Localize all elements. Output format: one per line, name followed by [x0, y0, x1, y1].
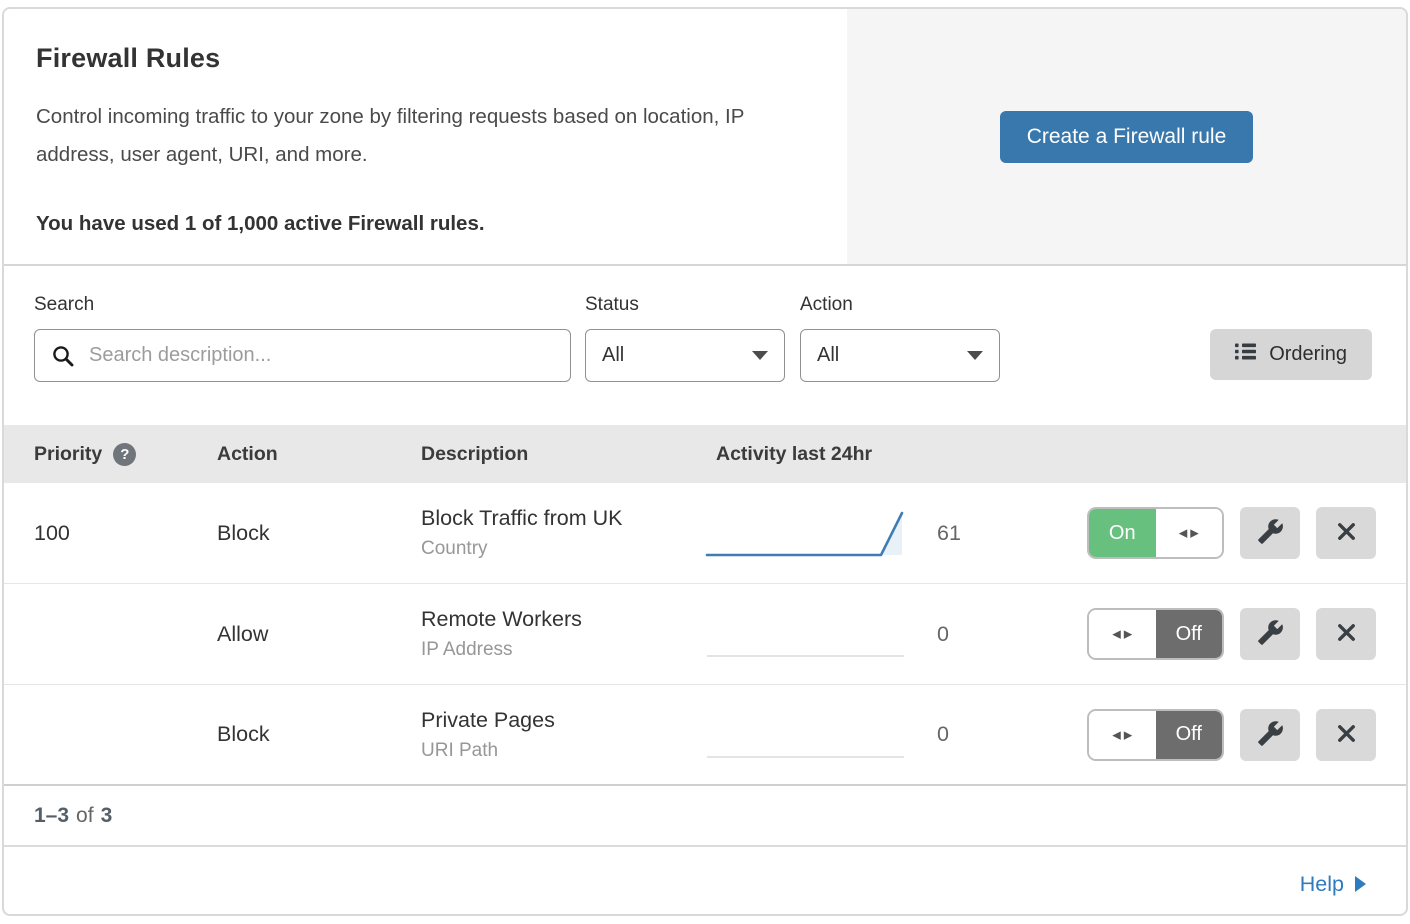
rule-description: Block Traffic from UK: [421, 506, 704, 531]
column-header-description: Description: [421, 443, 704, 466]
toggle-off-label: Off: [1156, 610, 1223, 658]
table-header-row: Priority ? Action Description Activity l…: [4, 425, 1406, 483]
rule-match-type: Country: [421, 538, 704, 560]
status-select-value: All: [602, 344, 624, 367]
toggle-off-label: Off: [1156, 711, 1223, 759]
status-label: Status: [585, 294, 785, 316]
activity-sparkline: [704, 607, 919, 661]
arrow-right-icon: [1355, 876, 1366, 892]
action-select-value: All: [817, 344, 839, 367]
priority-cell: 100: [34, 521, 217, 546]
activity-sparkline: [704, 708, 919, 762]
edit-rule-button[interactable]: [1240, 507, 1300, 559]
table-row: Block Private Pages URI Path 0 ◂▸ Off: [4, 685, 1406, 786]
chevron-down-icon: [752, 351, 768, 360]
toggle-handle: ◂▸: [1089, 711, 1156, 759]
rule-description: Remote Workers: [421, 607, 704, 632]
header-action-panel: Create a Firewall rule: [847, 9, 1406, 264]
pagination-total: 3: [101, 804, 113, 828]
column-header-action: Action: [217, 443, 421, 466]
chevron-down-icon: [967, 351, 983, 360]
close-icon: [1335, 520, 1358, 546]
column-header-priority: Priority ?: [34, 443, 217, 466]
list-icon: [1235, 342, 1256, 367]
edit-rule-button[interactable]: [1240, 709, 1300, 761]
status-select[interactable]: All: [585, 329, 785, 382]
table-row: Allow Remote Workers IP Address 0 ◂▸ Off: [4, 584, 1406, 685]
header-text-block: Firewall Rules Control incoming traffic …: [4, 9, 847, 264]
close-icon: [1335, 621, 1358, 647]
help-link[interactable]: Help: [1300, 872, 1366, 897]
help-link-label: Help: [1300, 872, 1344, 897]
create-firewall-rule-button[interactable]: Create a Firewall rule: [1000, 111, 1254, 163]
toggle-arrows-icon: ◂▸: [1176, 523, 1202, 543]
search-label: Search: [34, 294, 571, 316]
action-label: Action: [800, 294, 1000, 316]
pagination-range: 1–3: [34, 804, 69, 828]
search-input[interactable]: [35, 330, 570, 381]
help-bar: Help: [4, 847, 1406, 916]
description-cell: Remote Workers IP Address: [421, 607, 704, 661]
delete-rule-button[interactable]: [1316, 507, 1376, 559]
filter-bar: Search Status All Action All: [4, 266, 1406, 425]
activity-count: 0: [919, 622, 1087, 647]
description-cell: Block Traffic from UK Country: [421, 506, 704, 560]
toggle-arrows-icon: ◂▸: [1109, 725, 1135, 745]
rule-description: Private Pages: [421, 708, 704, 733]
search-filter-group: Search: [34, 294, 571, 382]
action-select[interactable]: All: [800, 329, 1000, 382]
action-cell: Block: [217, 521, 421, 546]
delete-rule-button[interactable]: [1316, 608, 1376, 660]
ordering-button[interactable]: Ordering: [1210, 329, 1372, 380]
rule-enabled-toggle[interactable]: ◂▸ Off: [1087, 608, 1224, 660]
pagination-of: of: [76, 804, 94, 828]
edit-rule-button[interactable]: [1240, 608, 1300, 660]
action-cell: Block: [217, 722, 421, 747]
delete-rule-button[interactable]: [1316, 709, 1376, 761]
activity-count: 0: [919, 722, 1087, 747]
rule-match-type: URI Path: [421, 740, 704, 762]
activity-sparkline: [704, 506, 919, 560]
pagination-bar: 1–3 of 3: [4, 786, 1406, 847]
ordering-button-label: Ordering: [1269, 343, 1347, 366]
search-icon: [51, 344, 75, 373]
header-section: Firewall Rules Control incoming traffic …: [4, 9, 1406, 266]
toggle-handle: ◂▸: [1156, 509, 1223, 557]
rule-enabled-toggle[interactable]: On ◂▸: [1087, 507, 1224, 559]
page-description: Control incoming traffic to your zone by…: [36, 98, 815, 174]
row-actions: ◂▸ Off: [1087, 709, 1376, 761]
action-cell: Allow: [217, 622, 421, 647]
close-icon: [1335, 722, 1358, 748]
status-filter-group: Status All: [585, 294, 785, 382]
row-actions: ◂▸ Off: [1087, 608, 1376, 660]
page-title: Firewall Rules: [36, 43, 815, 74]
usage-note: You have used 1 of 1,000 active Firewall…: [36, 212, 815, 236]
description-cell: Private Pages URI Path: [421, 708, 704, 762]
toggle-arrows-icon: ◂▸: [1109, 624, 1135, 644]
row-actions: On ◂▸: [1087, 507, 1376, 559]
toggle-handle: ◂▸: [1089, 610, 1156, 658]
table-row: 100 Block Block Traffic from UK Country …: [4, 483, 1406, 584]
wrench-icon: [1257, 518, 1284, 548]
wrench-icon: [1257, 619, 1284, 649]
firewall-rules-card: Firewall Rules Control incoming traffic …: [2, 7, 1408, 916]
activity-count: 61: [919, 521, 1087, 546]
wrench-icon: [1257, 720, 1284, 750]
toggle-on-label: On: [1089, 509, 1156, 557]
column-header-activity: Activity last 24hr: [704, 443, 919, 466]
search-box: [34, 329, 571, 382]
rule-match-type: IP Address: [421, 639, 704, 661]
rule-enabled-toggle[interactable]: ◂▸ Off: [1087, 709, 1224, 761]
priority-help-icon[interactable]: ?: [113, 443, 136, 466]
action-filter-group: Action All: [800, 294, 1000, 382]
